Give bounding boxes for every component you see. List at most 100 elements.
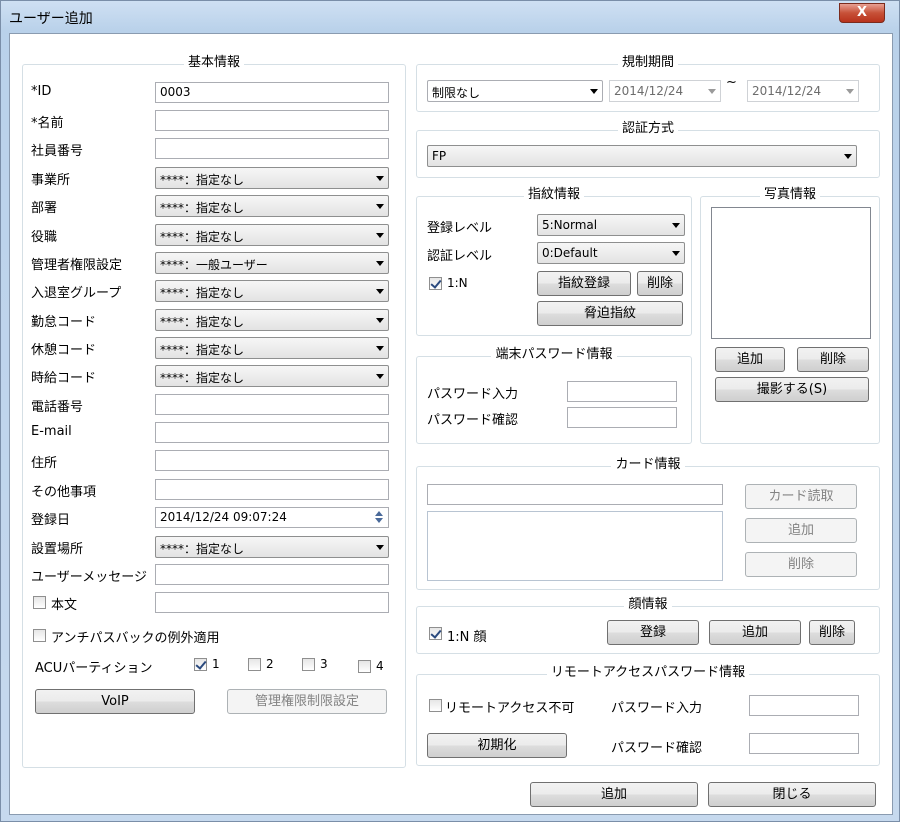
auth-method-group: 認証方式 FP (416, 121, 880, 178)
terminal-password-confirm[interactable] (567, 407, 677, 428)
remote-password-input[interactable] (749, 695, 859, 716)
phone-input[interactable] (155, 394, 389, 415)
position-label: 役職 (31, 230, 58, 245)
card-number-input[interactable] (427, 484, 723, 505)
chevron-down-icon (376, 233, 384, 238)
dept-select[interactable]: ****：指定なし (155, 195, 389, 217)
face-register-button[interactable]: 登録 (607, 620, 699, 645)
remote-password-input-label: パスワード入力 (611, 701, 703, 716)
room-group-label: 入退室グループ (31, 286, 122, 301)
employee-no-input[interactable] (155, 138, 389, 159)
email-input[interactable] (155, 422, 389, 443)
face-delete-button[interactable]: 削除 (809, 620, 855, 645)
reg-level-value: 5:Normal (542, 218, 598, 232)
antipassback-checkbox[interactable] (33, 629, 46, 642)
admin-select[interactable]: ****：一般ユーザー (155, 252, 389, 274)
user-message-input[interactable] (155, 564, 389, 585)
admin-restrict-button[interactable]: 管理権限制限設定 (227, 689, 387, 714)
restriction-to-value: 2014/12/24 (752, 84, 822, 98)
remote-init-button[interactable]: 初期化 (427, 733, 567, 758)
chevron-down-icon (376, 346, 384, 351)
body-input[interactable] (155, 592, 389, 613)
card-read-button[interactable]: カード読取 (745, 484, 857, 509)
auth-level-select[interactable]: 0:Default (537, 242, 685, 264)
fingerprint-delete-button[interactable]: 削除 (637, 271, 683, 296)
body-label: 本文 (51, 598, 78, 613)
card-delete-button[interactable]: 削除 (745, 552, 857, 577)
chevron-down-icon (376, 318, 384, 323)
remote-disable-checkbox[interactable] (429, 699, 442, 712)
office-select[interactable]: ****：指定なし (155, 167, 389, 189)
duress-fingerprint-button[interactable]: 脅迫指紋 (537, 301, 683, 326)
acu-partition-2-label: 2 (266, 657, 274, 671)
spin-arrows-icon[interactable] (372, 511, 386, 524)
auth-method-value: FP (432, 149, 447, 163)
regdate-input[interactable]: 2014/12/24 09:07:24 (155, 507, 389, 528)
location-select[interactable]: ****：指定なし (155, 536, 389, 558)
location-value: ****：指定なし (160, 542, 245, 556)
room-group-select[interactable]: ****：指定なし (155, 280, 389, 302)
attendance-select[interactable]: ****：指定なし (155, 309, 389, 331)
chevron-down-icon (672, 251, 680, 256)
acu-partition-4-checkbox[interactable] (358, 660, 371, 673)
restriction-mode-value: 制限なし (432, 86, 481, 100)
photo-capture-button[interactable]: 撮影する(S) (715, 377, 869, 402)
room-group-value: ****：指定なし (160, 286, 245, 300)
restriction-from-date[interactable]: 2014/12/24 (609, 80, 721, 102)
photo-preview (711, 207, 871, 339)
voip-button[interactable]: VoIP (35, 689, 195, 714)
dialog-add-button[interactable]: 追加 (530, 782, 698, 807)
dialog-client: 基本情報 *ID 0003 *名前 社員番号 事業所 ****：指定なし 部署 … (9, 33, 893, 815)
fingerprint-register-button[interactable]: 指紋登録 (537, 271, 631, 296)
remote-access-group: リモートアクセスパスワード情報 リモートアクセス不可 パスワード入力 初期化 パ… (416, 665, 880, 766)
face-add-button[interactable]: 追加 (709, 620, 801, 645)
chevron-down-icon (590, 89, 598, 94)
employee-no-label: 社員番号 (31, 144, 84, 159)
photo-delete-button[interactable]: 削除 (797, 347, 869, 372)
card-list[interactable] (427, 511, 723, 581)
dialog-close-button[interactable]: 閉じる (708, 782, 876, 807)
fp-one-n-label: 1:N (447, 276, 468, 290)
photo-add-button[interactable]: 追加 (715, 347, 785, 372)
break-select[interactable]: ****：指定なし (155, 337, 389, 359)
card-group: カード情報 カード読取 追加 削除 (416, 457, 880, 590)
close-window-button[interactable]: X (839, 3, 885, 23)
position-value: ****：指定なし (160, 230, 245, 244)
user-add-window: ユーザー追加 X 基本情報 *ID 0003 *名前 社員番号 事業所 ****… (0, 0, 900, 822)
chevron-down-icon (376, 545, 384, 550)
address-input[interactable] (155, 450, 389, 471)
id-input[interactable]: 0003 (155, 82, 389, 103)
chevron-down-icon (708, 89, 716, 94)
title-bar[interactable]: ユーザー追加 X (1, 1, 899, 33)
terminal-password-input-label: パスワード入力 (427, 387, 519, 402)
fp-one-n-checkbox[interactable] (429, 277, 442, 290)
face-one-n-checkbox[interactable] (429, 627, 442, 640)
acu-partition-4-label: 4 (376, 659, 384, 673)
location-label: 設置場所 (31, 542, 84, 557)
other-input[interactable] (155, 479, 389, 500)
id-label: *ID (31, 84, 52, 99)
auth-level-label: 認証レベル (427, 249, 493, 264)
restriction-to-date[interactable]: 2014/12/24 (747, 80, 859, 102)
name-input[interactable] (155, 110, 389, 131)
restriction-period-title: 規制期間 (617, 55, 678, 70)
regdate-label: 登録日 (31, 513, 71, 528)
auth-method-select[interactable]: FP (427, 145, 857, 167)
auth-level-value: 0:Default (542, 246, 598, 260)
acu-partition-3-checkbox[interactable] (302, 658, 315, 671)
dept-value: ****：指定なし (160, 201, 245, 215)
terminal-password-confirm-label: パスワード確認 (427, 413, 519, 428)
reg-level-select[interactable]: 5:Normal (537, 214, 685, 236)
body-checkbox[interactable] (33, 596, 46, 609)
acu-partition-1-checkbox[interactable] (194, 658, 207, 671)
restriction-mode-select[interactable]: 制限なし (427, 80, 603, 102)
auth-method-title: 認証方式 (617, 121, 678, 136)
terminal-password-input[interactable] (567, 381, 677, 402)
acu-partition-2-checkbox[interactable] (248, 658, 261, 671)
hourly-select[interactable]: ****：指定なし (155, 365, 389, 387)
email-label: E-mail (31, 424, 72, 439)
remote-password-confirm[interactable] (749, 733, 859, 754)
address-label: 住所 (31, 456, 58, 471)
position-select[interactable]: ****：指定なし (155, 224, 389, 246)
card-add-button[interactable]: 追加 (745, 518, 857, 543)
